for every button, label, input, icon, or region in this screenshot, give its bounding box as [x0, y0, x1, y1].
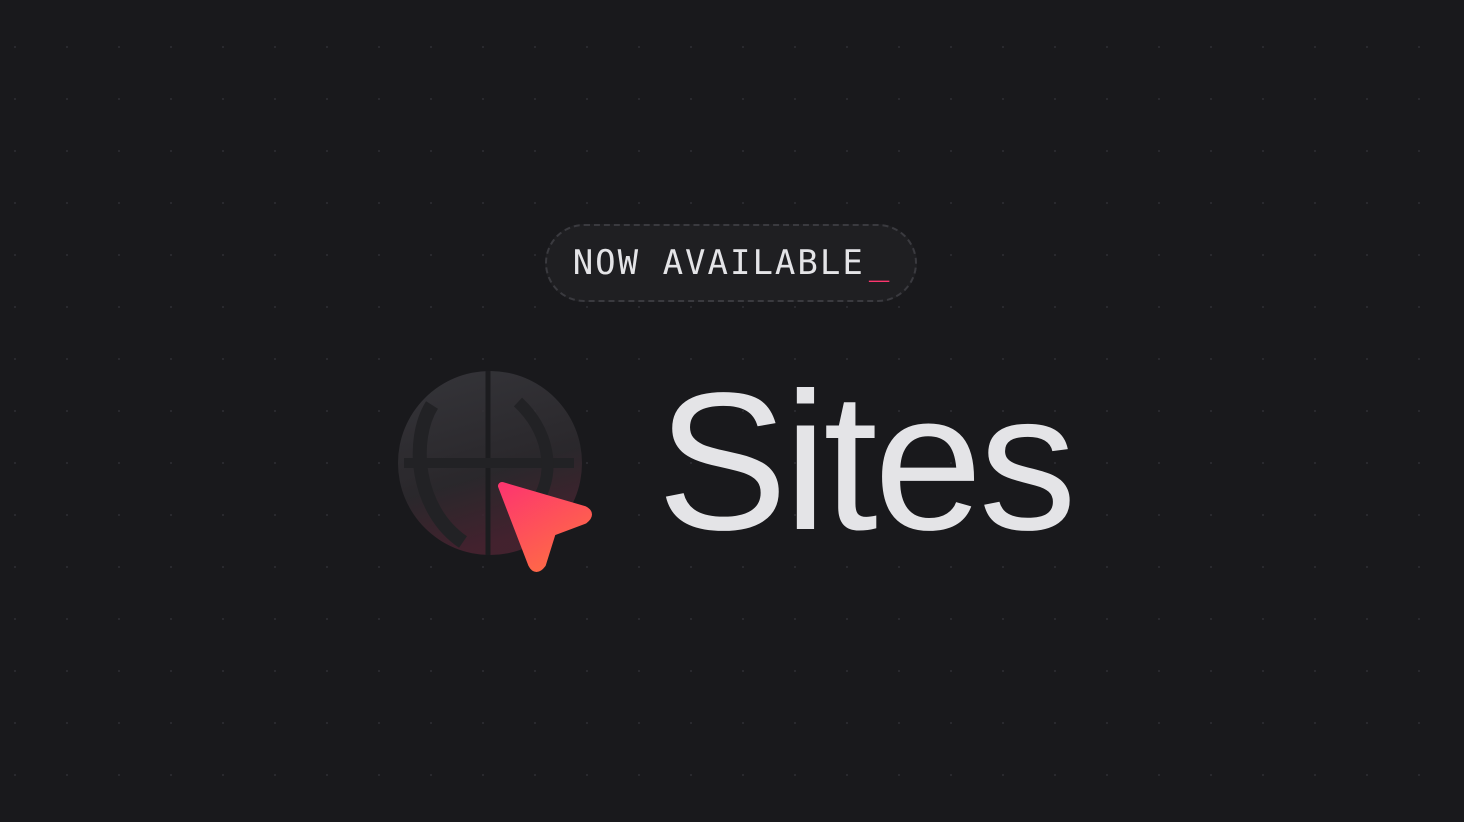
cursor-arrow-icon	[498, 482, 592, 572]
badge-label: NOW AVAILABLE	[572, 243, 865, 283]
badge-cursor: _	[868, 243, 890, 283]
sites-logo	[398, 371, 592, 572]
now-available-badge: NOW AVAILABLE _	[545, 224, 917, 302]
product-title: Sites	[657, 352, 1077, 571]
